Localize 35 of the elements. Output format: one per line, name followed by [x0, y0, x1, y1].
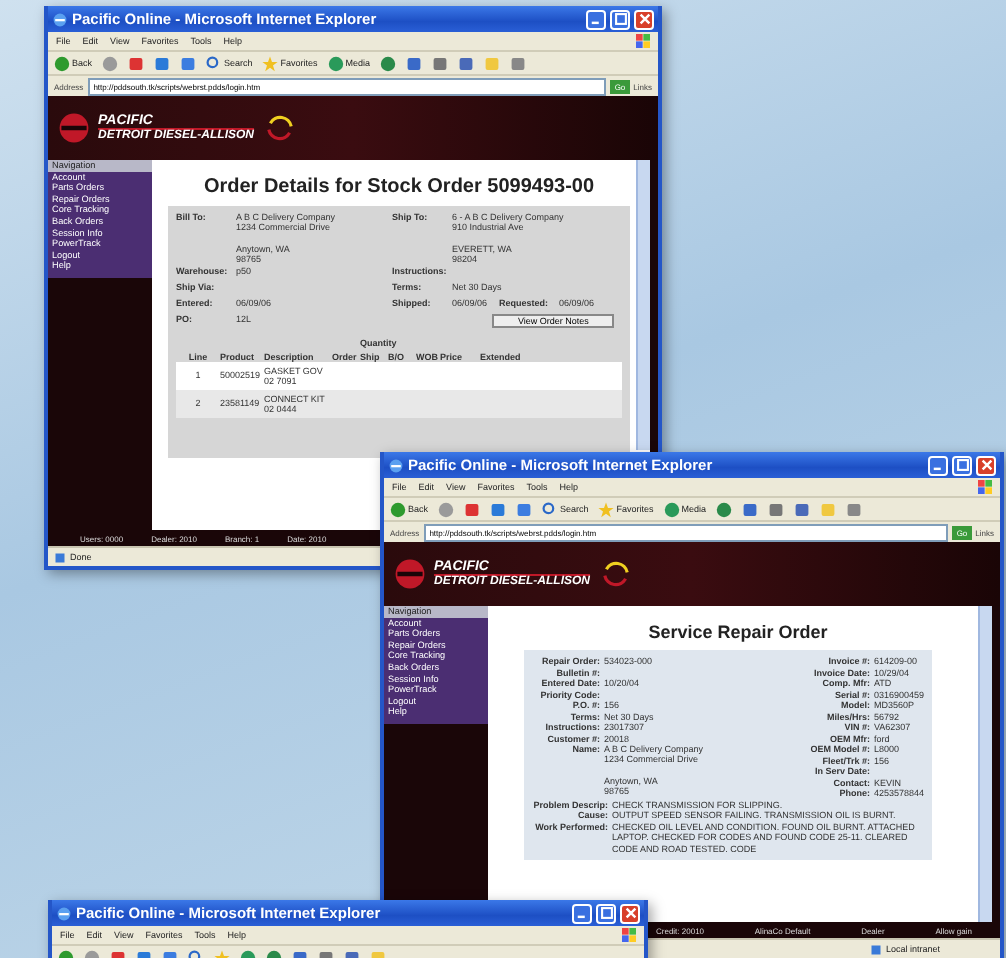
scrollbar[interactable] — [636, 160, 650, 450]
minimize-button[interactable] — [572, 903, 592, 923]
close-button[interactable] — [620, 903, 640, 923]
windows-flag-icon — [636, 34, 650, 48]
maximize-icon — [613, 12, 627, 26]
browser-icon — [52, 11, 68, 27]
close-icon — [637, 12, 651, 26]
browser-icon — [56, 905, 72, 921]
maximize-icon — [955, 458, 969, 472]
close-button[interactable] — [976, 455, 996, 475]
close-icon — [623, 906, 637, 920]
page-heading: Order Details for Stock Order 5099493-00 — [201, 174, 597, 202]
page-icon — [869, 943, 882, 955]
scrollbar[interactable] — [978, 606, 992, 922]
favorites-icon — [262, 55, 279, 71]
favorites-icon — [598, 501, 615, 517]
windows-flag-icon — [622, 928, 636, 942]
page-icon — [54, 551, 66, 563]
maximize-button[interactable] — [610, 9, 630, 29]
close-icon — [979, 458, 993, 472]
maximize-button[interactable] — [952, 455, 972, 475]
ring-logo-icon — [600, 558, 632, 590]
minimize-button[interactable] — [586, 9, 606, 29]
maximize-icon — [599, 906, 613, 920]
ring-logo-icon — [264, 112, 296, 144]
page-heading: Service Repair Order — [646, 620, 830, 646]
windows-flag-icon — [978, 480, 992, 494]
close-button[interactable] — [634, 9, 654, 29]
maximize-button[interactable] — [596, 903, 616, 923]
logo-icon — [56, 110, 92, 146]
minimize-button[interactable] — [928, 455, 948, 475]
search-icon — [542, 501, 559, 517]
logo-icon — [392, 556, 428, 592]
browser-icon — [388, 457, 404, 473]
search-icon — [206, 55, 223, 71]
